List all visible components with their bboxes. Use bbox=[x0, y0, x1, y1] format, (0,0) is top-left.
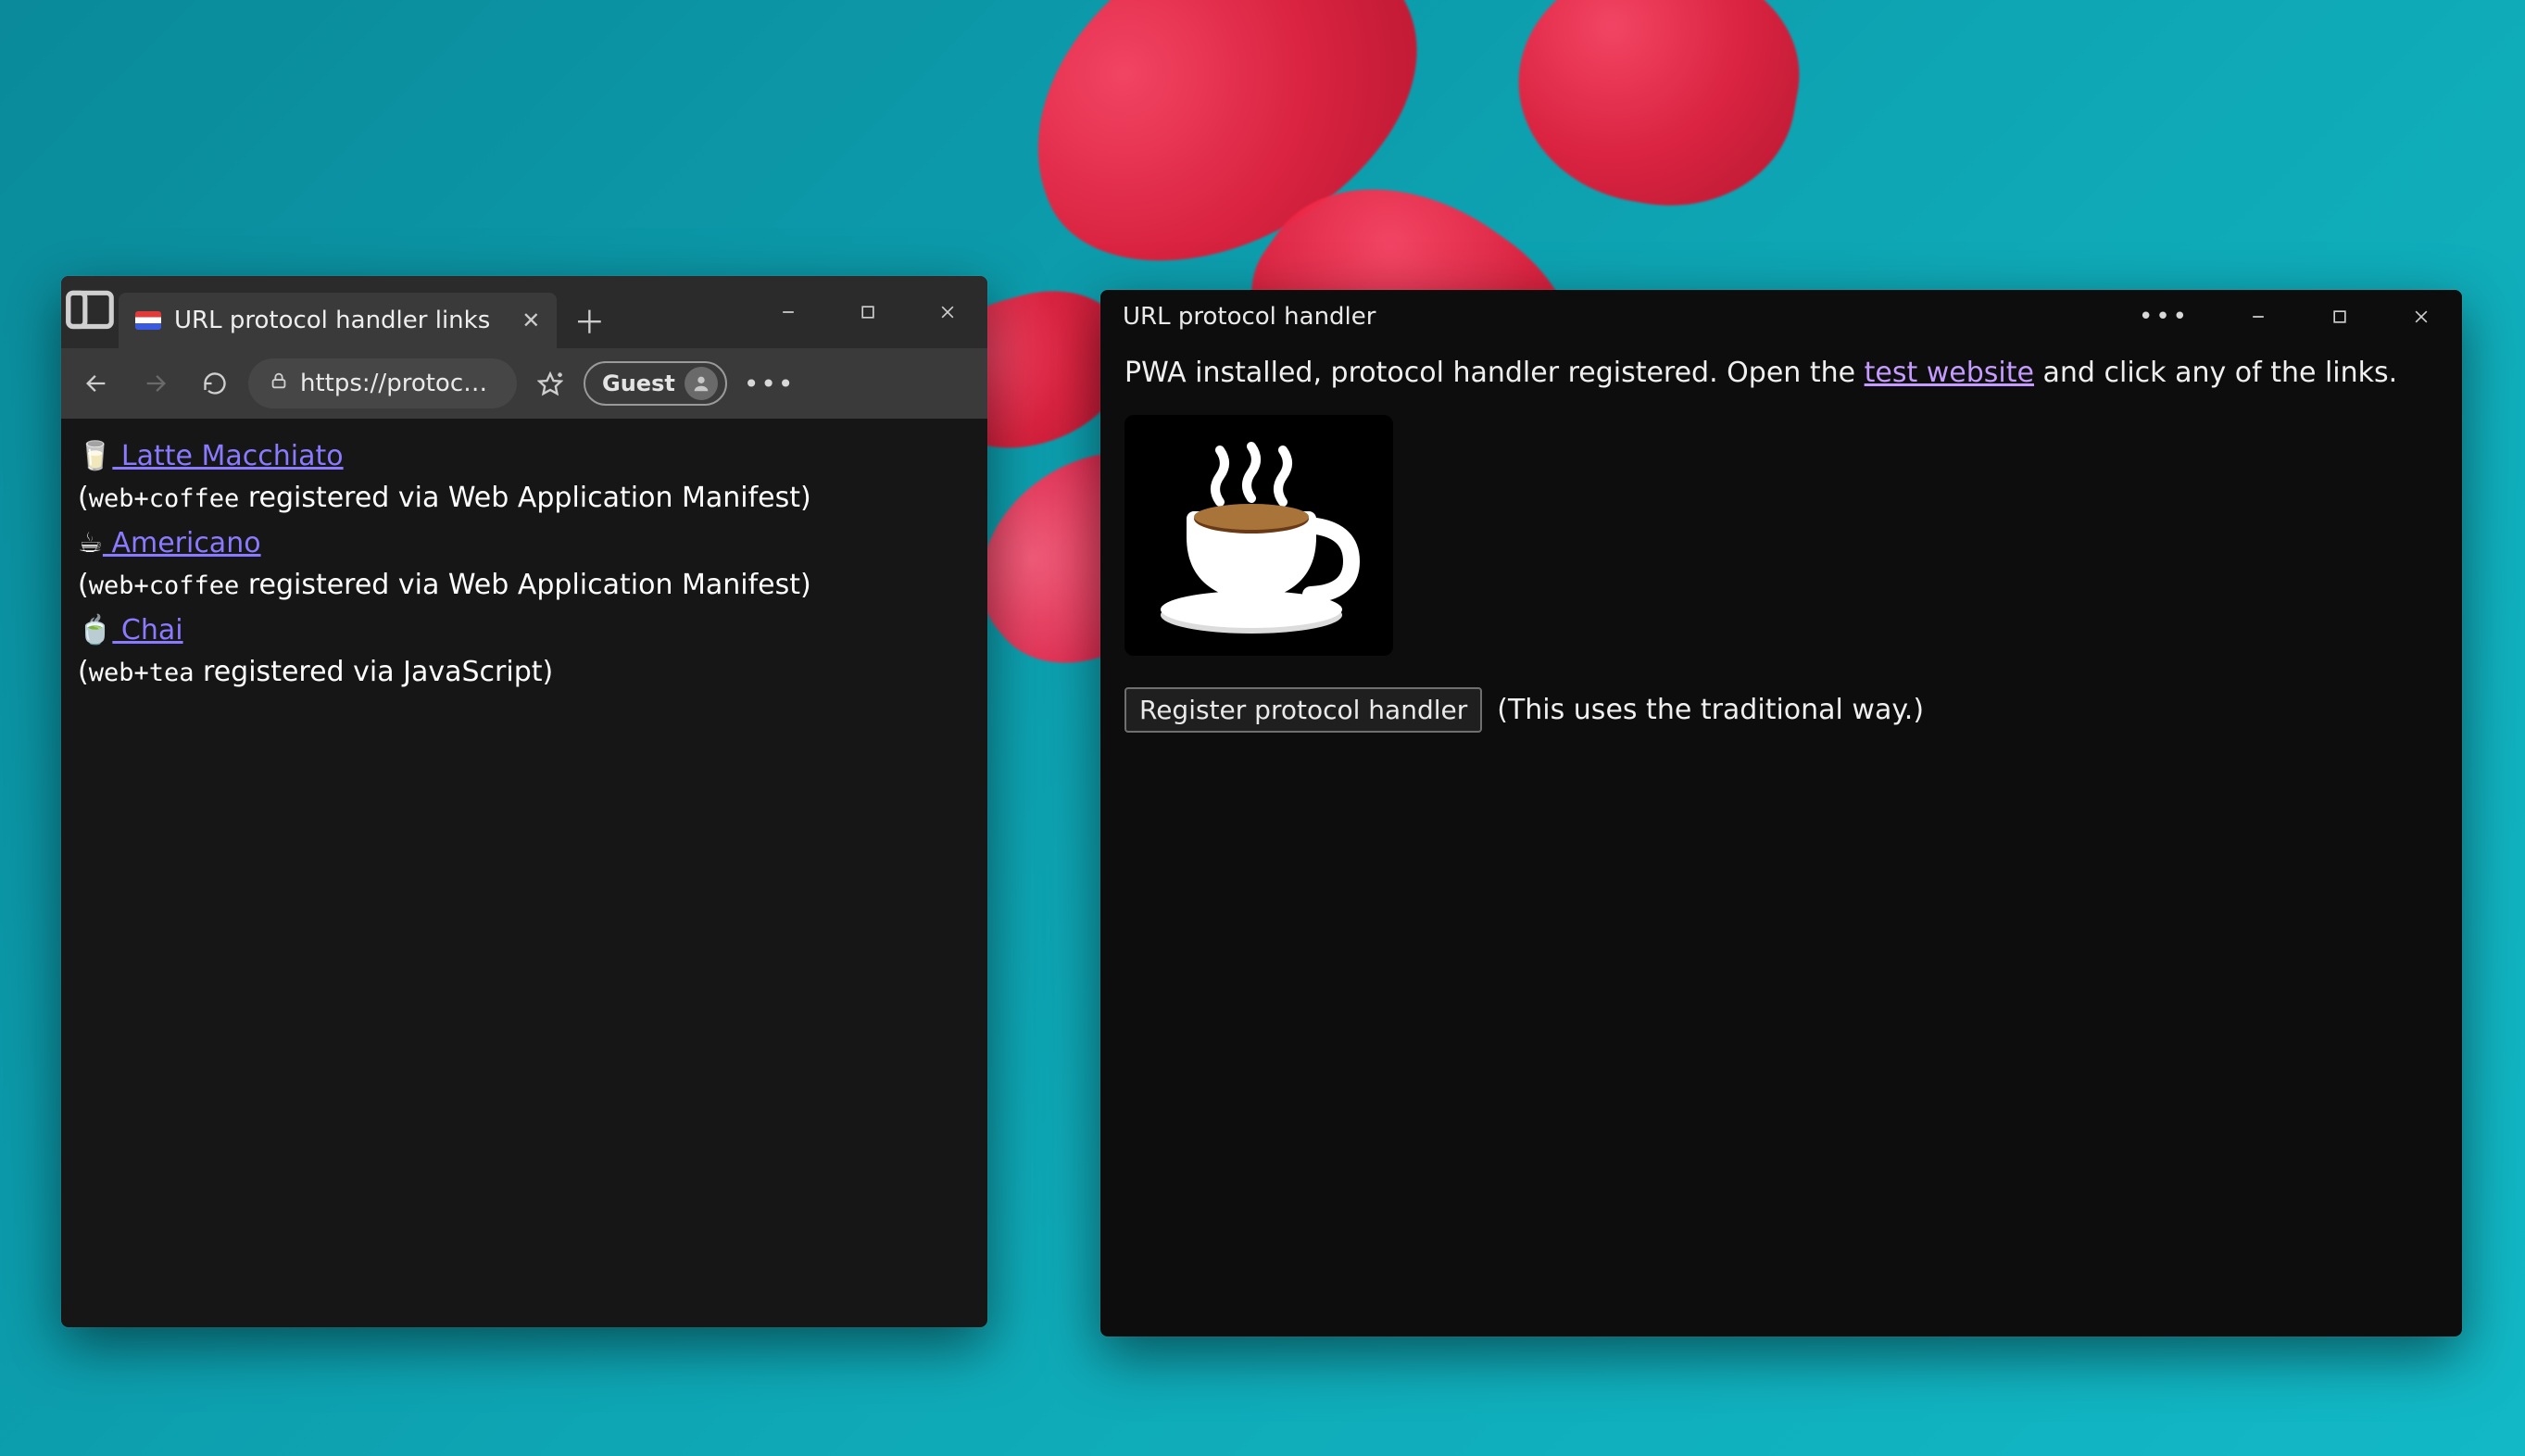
new-tab-button[interactable]: ＋ bbox=[557, 297, 622, 343]
link-emoji: 🍵 bbox=[78, 614, 112, 646]
tab-actions-button[interactable] bbox=[61, 283, 119, 341]
avatar-icon bbox=[685, 367, 718, 400]
page-content: 🥛 Latte Macchiato (web+coffee registered… bbox=[61, 419, 987, 713]
test-website-link[interactable]: test website bbox=[1865, 357, 2034, 389]
register-protocol-button[interactable]: Register protocol handler bbox=[1124, 687, 1482, 733]
register-row: Register protocol handler (This uses the… bbox=[1124, 687, 2438, 733]
coffee-cup-icon bbox=[1124, 415, 1393, 656]
detail-text: (web+tea registered via JavaScript) bbox=[78, 656, 553, 688]
browser-window-controls bbox=[748, 285, 987, 339]
detail-text: (web+coffee registered via Web Applicati… bbox=[78, 569, 811, 601]
close-button[interactable] bbox=[2381, 290, 2462, 344]
desktop-wallpaper: URL protocol handler links ✕ ＋ bbox=[0, 0, 2525, 1456]
protocol-text: web+tea bbox=[89, 659, 195, 687]
close-button[interactable] bbox=[908, 285, 987, 339]
pwa-titlebar: URL protocol handler ••• bbox=[1100, 290, 2462, 344]
back-button[interactable] bbox=[70, 358, 122, 409]
pwa-title: URL protocol handler bbox=[1123, 303, 1376, 331]
list-item: ☕ Americano (web+coffee registered via W… bbox=[78, 522, 971, 606]
pwa-content: PWA installed, protocol handler register… bbox=[1100, 344, 2462, 746]
protocol-text: web+coffee bbox=[89, 484, 240, 513]
browser-tab[interactable]: URL protocol handler links ✕ bbox=[119, 293, 557, 348]
address-text: https://protoc… bbox=[300, 370, 487, 397]
profile-label: Guest bbox=[602, 370, 675, 396]
detail-text: (web+coffee registered via Web Applicati… bbox=[78, 482, 811, 514]
favorites-button[interactable] bbox=[524, 358, 576, 409]
drink-link-americano[interactable]: Americano bbox=[103, 527, 261, 559]
list-item: 🥛 Latte Macchiato (web+coffee registered… bbox=[78, 435, 971, 519]
minimize-button[interactable] bbox=[2217, 290, 2299, 344]
drink-link-chai[interactable]: Chai bbox=[112, 614, 182, 646]
tab-title: URL protocol handler links bbox=[174, 307, 490, 334]
link-emoji: 🥛 bbox=[78, 440, 112, 472]
pwa-message: PWA installed, protocol handler register… bbox=[1124, 357, 2438, 389]
favicon-icon bbox=[135, 311, 161, 330]
register-note: (This uses the traditional way.) bbox=[1497, 694, 1924, 726]
maximize-button[interactable] bbox=[2299, 290, 2381, 344]
pwa-more-button[interactable]: ••• bbox=[2111, 303, 2217, 331]
tab-close-button[interactable]: ✕ bbox=[521, 308, 540, 333]
wallpaper-petal bbox=[1501, 0, 1816, 226]
address-bar[interactable]: https://protoc… bbox=[248, 358, 517, 408]
profile-button[interactable]: Guest bbox=[584, 361, 727, 406]
protocol-text: web+coffee bbox=[89, 571, 240, 600]
pwa-window: URL protocol handler ••• PWA installed, … bbox=[1100, 290, 2462, 1337]
more-menu-button[interactable]: ••• bbox=[735, 369, 805, 399]
forward-button[interactable] bbox=[130, 358, 182, 409]
browser-window: URL protocol handler links ✕ ＋ bbox=[61, 276, 987, 1327]
maximize-button[interactable] bbox=[828, 285, 908, 339]
browser-toolbar: https://protoc… Guest ••• bbox=[61, 348, 987, 419]
browser-tabstrip: URL protocol handler links ✕ ＋ bbox=[61, 276, 987, 348]
lock-icon bbox=[269, 370, 289, 396]
link-emoji: ☕ bbox=[78, 527, 103, 559]
drink-link-latte[interactable]: Latte Macchiato bbox=[112, 440, 343, 472]
list-item: 🍵 Chai (web+tea registered via JavaScrip… bbox=[78, 609, 971, 693]
refresh-button[interactable] bbox=[189, 358, 241, 409]
minimize-button[interactable] bbox=[748, 285, 828, 339]
